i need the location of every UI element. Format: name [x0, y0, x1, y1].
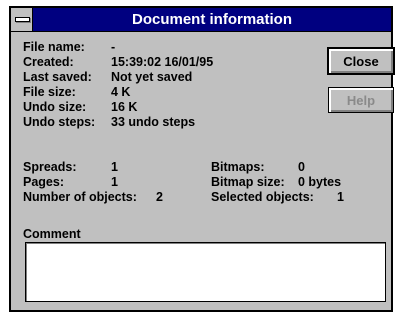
file-name-value: - — [111, 40, 116, 54]
undo-steps-value: 33 undo steps — [111, 115, 196, 129]
undo-size-label: Undo size: — [23, 100, 87, 114]
help-button: Help — [328, 87, 394, 113]
last-saved-label: Last saved: — [23, 70, 92, 84]
last-saved-value: Not yet saved — [111, 70, 193, 84]
undo-steps-label: Undo steps: — [23, 115, 96, 129]
number-of-objects-label: Number of objects: — [23, 190, 137, 204]
file-size-label: File size: — [23, 85, 76, 99]
created-value: 15:39:02 16/01/95 — [111, 55, 214, 69]
comment-label: Comment — [23, 227, 81, 241]
close-button[interactable]: Close — [328, 48, 394, 74]
undo-size-value: 16 K — [111, 100, 138, 114]
number-of-objects-value: 2 — [156, 190, 163, 204]
file-size-value: 4 K — [111, 85, 131, 99]
pages-value: 1 — [111, 175, 118, 189]
selected-objects-value: 1 — [337, 190, 344, 204]
system-menu-button[interactable] — [11, 8, 33, 31]
selected-objects-label: Selected objects: — [211, 190, 314, 204]
file-name-label: File name: — [23, 40, 85, 54]
dialog-title: Document information — [132, 11, 292, 28]
bitmaps-label: Bitmaps: — [211, 160, 265, 174]
spreads-label: Spreads: — [23, 160, 77, 174]
bitmap-size-label: Bitmap size: — [211, 175, 285, 189]
spreads-value: 1 — [111, 160, 118, 174]
system-menu-icon — [15, 17, 30, 22]
bitmap-size-value: 0 bytes — [298, 175, 342, 189]
created-label: Created: — [23, 55, 74, 69]
comment-textarea[interactable] — [25, 242, 386, 302]
pages-label: Pages: — [23, 175, 64, 189]
title-bar: Document information — [11, 8, 391, 32]
bitmaps-value: 0 — [298, 160, 305, 174]
